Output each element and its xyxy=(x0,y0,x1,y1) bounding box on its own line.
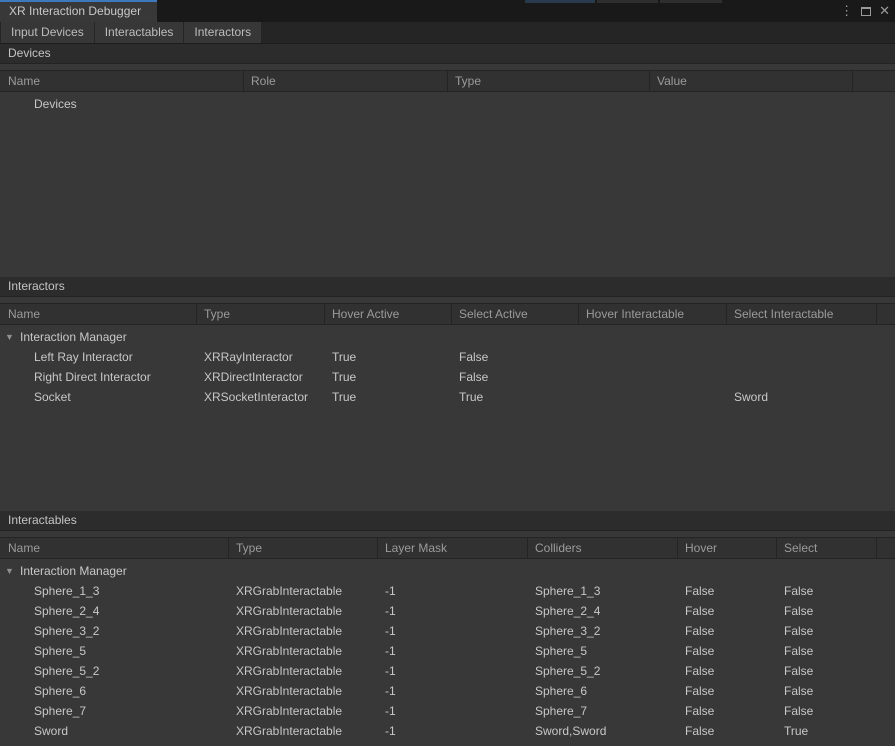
column-header-value[interactable]: Value xyxy=(650,71,853,91)
close-icon[interactable]: ✕ xyxy=(879,0,890,22)
foldout-open-icon[interactable]: ▼ xyxy=(5,561,14,581)
interactables-tree: ▼ Interaction Manager Sphere_1_3XRGrabIn… xyxy=(0,561,895,741)
tab-interactors[interactable]: Interactors xyxy=(184,22,261,43)
row-name: Sphere_1_3 xyxy=(0,581,229,601)
window-controls: ⋮ ✕ xyxy=(840,0,890,22)
column-header-colliders[interactable]: Colliders xyxy=(528,538,678,558)
row-name: Devices xyxy=(0,94,244,114)
tree-row-interactable[interactable]: Sphere_5XRGrabInteractable-1Sphere_5Fals… xyxy=(0,641,895,661)
row-name: Sphere_3_2 xyxy=(0,621,229,641)
debugger-toolbar: Input Devices Interactables Interactors xyxy=(0,22,895,44)
interactors-section-label: Interactors xyxy=(0,277,895,297)
devices-table-header: Name Role Type Value xyxy=(0,70,895,92)
column-header-type[interactable]: Type xyxy=(448,71,650,91)
column-header-hover-interactable[interactable]: Hover Interactable xyxy=(579,304,727,324)
tree-row-right-direct-interactor[interactable]: Right Direct Interactor XRDirectInteract… xyxy=(0,367,895,387)
tree-row-interactable[interactable]: Sphere_2_4XRGrabInteractable-1Sphere_2_4… xyxy=(0,601,895,621)
interactors-table-header: Name Type Hover Active Select Active Hov… xyxy=(0,303,895,325)
tree-row-interactable[interactable]: Sphere_1_3XRGrabInteractable-1Sphere_1_3… xyxy=(0,581,895,601)
row-name: Socket xyxy=(0,387,197,407)
tree-row-interactable[interactable]: Sphere_7XRGrabInteractable-1Sphere_7Fals… xyxy=(0,701,895,721)
row-name: Sphere_2_4 xyxy=(0,601,229,621)
column-header-select-active[interactable]: Select Active xyxy=(452,304,579,324)
background-tab-sliver xyxy=(597,0,658,3)
interactors-tree: ▼ Interaction Manager Left Ray Interacto… xyxy=(0,327,895,407)
column-header-hover[interactable]: Hover xyxy=(678,538,777,558)
tree-row-interactable[interactable]: SwordXRGrabInteractable-1Sword,SwordFals… xyxy=(0,721,895,741)
tree-row-interaction-manager[interactable]: ▼ Interaction Manager xyxy=(0,561,895,581)
background-tab-sliver xyxy=(660,0,722,3)
xr-interaction-debugger-window: XR Interaction Debugger ⋮ ✕ Input Device… xyxy=(0,0,895,746)
column-header-select[interactable]: Select xyxy=(777,538,877,558)
tree-row-devices[interactable]: Devices xyxy=(0,94,895,114)
window-title: XR Interaction Debugger xyxy=(9,4,141,18)
foldout-open-icon[interactable]: ▼ xyxy=(5,327,14,347)
window-titlebar: XR Interaction Debugger ⋮ ✕ xyxy=(0,0,895,22)
row-name: ▼ Interaction Manager xyxy=(0,561,229,581)
background-tab-sliver xyxy=(525,0,595,3)
column-header-role[interactable]: Role xyxy=(244,71,448,91)
tree-row-interactable[interactable]: Sphere_6XRGrabInteractable-1Sphere_6Fals… xyxy=(0,681,895,701)
tab-input-devices[interactable]: Input Devices xyxy=(1,22,94,43)
row-name: Left Ray Interactor xyxy=(0,347,197,367)
devices-section-label: Devices xyxy=(0,44,895,64)
devices-tree: Devices xyxy=(0,94,895,114)
row-name: Sphere_7 xyxy=(0,701,229,721)
tree-row-interactable[interactable]: Sphere_5_2XRGrabInteractable-1Sphere_5_2… xyxy=(0,661,895,681)
column-header-spacer xyxy=(853,71,895,91)
column-header-spacer xyxy=(877,304,895,324)
row-name: ▼ Interaction Manager xyxy=(0,327,197,347)
tab-interactables[interactable]: Interactables xyxy=(95,22,184,43)
interactables-table-header: Name Type Layer Mask Colliders Hover Sel… xyxy=(0,537,895,559)
kebab-menu-icon[interactable]: ⋮ xyxy=(840,0,853,22)
tree-row-interactable[interactable]: Sphere_3_2XRGrabInteractable-1Sphere_3_2… xyxy=(0,621,895,641)
row-name: Sphere_5_2 xyxy=(0,661,229,681)
tree-row-interaction-manager[interactable]: ▼ Interaction Manager xyxy=(0,327,895,347)
interactables-section-label: Interactables xyxy=(0,511,895,531)
column-header-type[interactable]: Type xyxy=(229,538,378,558)
tree-row-socket[interactable]: Socket XRSocketInteractor True True Swor… xyxy=(0,387,895,407)
column-header-select-interactable[interactable]: Select Interactable xyxy=(727,304,877,324)
column-header-layer-mask[interactable]: Layer Mask xyxy=(378,538,528,558)
row-name: Sphere_6 xyxy=(0,681,229,701)
column-header-spacer xyxy=(877,538,895,558)
column-header-name[interactable]: Name xyxy=(0,538,229,558)
column-header-name[interactable]: Name xyxy=(0,71,244,91)
column-header-name[interactable]: Name xyxy=(0,304,197,324)
row-name: Right Direct Interactor xyxy=(0,367,197,387)
column-header-hover-active[interactable]: Hover Active xyxy=(325,304,452,324)
row-name: Sphere_5 xyxy=(0,641,229,661)
tree-row-left-ray-interactor[interactable]: Left Ray Interactor XRRayInteractor True… xyxy=(0,347,895,367)
maximize-icon[interactable] xyxy=(861,7,871,16)
row-name: Sword xyxy=(0,721,229,741)
window-title-tab[interactable]: XR Interaction Debugger xyxy=(0,0,157,22)
column-header-type[interactable]: Type xyxy=(197,304,325,324)
